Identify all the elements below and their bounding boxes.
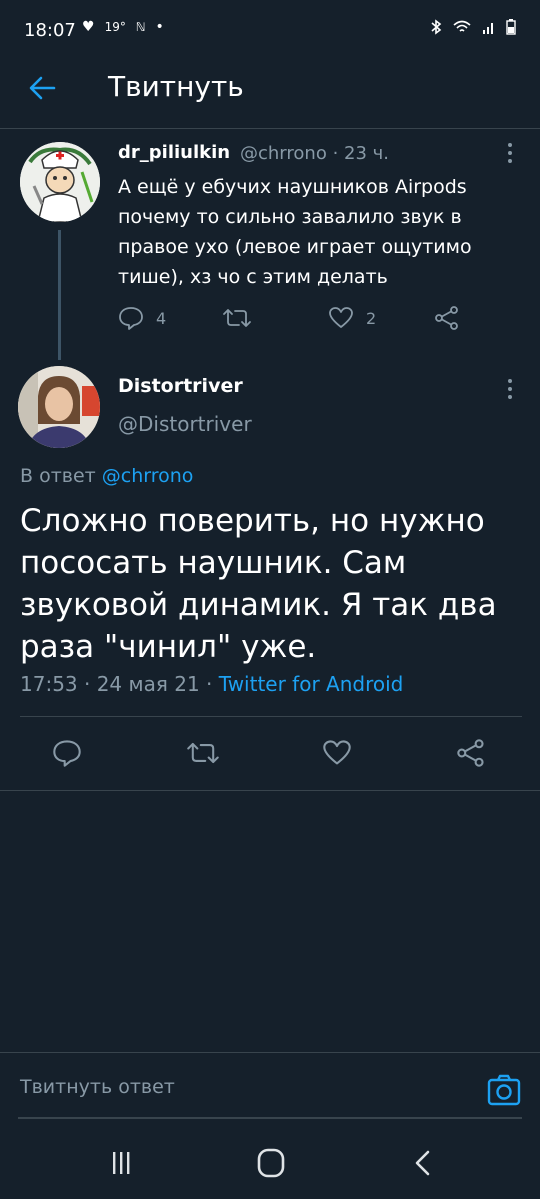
status-right-icons	[430, 19, 516, 35]
share-action[interactable]	[456, 738, 486, 768]
share-icon	[435, 306, 458, 330]
tweet-meta: 17:53 · 24 мая 21 · Twitter for Android	[20, 672, 403, 696]
home-icon[interactable]	[256, 1147, 286, 1179]
reply-time: 23 ч.	[344, 143, 389, 164]
more-options-icon[interactable]	[500, 376, 520, 402]
retweet-icon	[187, 742, 219, 764]
tweet-text: Сложно поверить, но нужно пососать наушн…	[20, 503, 497, 665]
replying-to-prefix: В ответ	[20, 465, 96, 487]
status-left-icons: ♥ 19° ℕ •	[82, 19, 164, 35]
actions-divider	[0, 790, 540, 791]
reply-author-handle-time: @chrrono · 23 ч.	[240, 143, 389, 164]
like-action[interactable]	[322, 738, 352, 768]
doctor-avatar-illustration	[20, 142, 100, 222]
replying-to: В ответ @chrrono	[20, 465, 193, 487]
composer-divider	[0, 1052, 540, 1053]
comment-icon	[53, 740, 81, 767]
header-divider	[0, 128, 540, 129]
wifi-icon	[453, 20, 471, 32]
heart-icon	[329, 307, 353, 328]
reply-tweet-text: А ещё у ебучих наушников Airpods почему …	[118, 176, 472, 288]
tweet-actions	[20, 734, 520, 774]
retweet-action[interactable]	[186, 738, 220, 768]
share-icon	[457, 739, 484, 767]
reply-tweet-actions: 4 2	[118, 304, 468, 334]
author-handle[interactable]: @Distortriver	[118, 412, 252, 436]
status-bar: 18:07 ♥ 19° ℕ •	[0, 0, 540, 54]
battery-icon	[506, 19, 516, 35]
tweet-datetime: 17:53 · 24 мая 21 ·	[20, 672, 213, 696]
like-count: 2	[366, 308, 377, 328]
reply-action[interactable]	[52, 738, 82, 768]
avatar[interactable]	[20, 142, 100, 222]
replying-to-handle-link[interactable]: @chrrono	[102, 465, 194, 487]
meta-divider	[20, 716, 522, 717]
back-arrow-icon[interactable]	[26, 72, 58, 104]
profile-photo	[18, 366, 100, 448]
recent-apps-icon[interactable]	[106, 1148, 136, 1178]
heart-icon	[323, 740, 351, 765]
reply-count: 4	[156, 308, 167, 328]
input-underline	[18, 1117, 522, 1119]
reply-action[interactable]: 4	[118, 306, 166, 330]
nav-back-icon[interactable]	[408, 1148, 438, 1178]
notification-dot: •	[155, 19, 164, 35]
thread-connector-line	[58, 230, 61, 360]
heart-status-icon: ♥	[82, 19, 95, 35]
retweet-icon	[223, 309, 251, 327]
status-time: 18:07	[24, 20, 76, 41]
reply-input[interactable]: Твитнуть ответ	[20, 1076, 175, 1098]
more-options-icon[interactable]	[500, 140, 520, 166]
bluetooth-icon	[431, 19, 442, 35]
like-action[interactable]: 2	[328, 306, 376, 330]
reply-author-handle: @chrrono	[240, 143, 327, 164]
tweet-source-link[interactable]: Twitter for Android	[219, 672, 404, 696]
camera-icon[interactable]	[486, 1072, 522, 1108]
retweet-action[interactable]	[222, 306, 252, 330]
page-title: Твитнуть	[108, 70, 244, 103]
reply-author-name[interactable]: dr_piliulkin	[118, 142, 230, 163]
share-action[interactable]	[434, 306, 460, 330]
comment-icon	[119, 307, 143, 330]
signal-icon	[483, 23, 493, 34]
author-name[interactable]: Distortriver	[118, 375, 243, 397]
weather-temp: 19°	[104, 20, 126, 34]
avatar[interactable]	[18, 366, 100, 448]
nfc-icon: ℕ	[135, 20, 146, 34]
